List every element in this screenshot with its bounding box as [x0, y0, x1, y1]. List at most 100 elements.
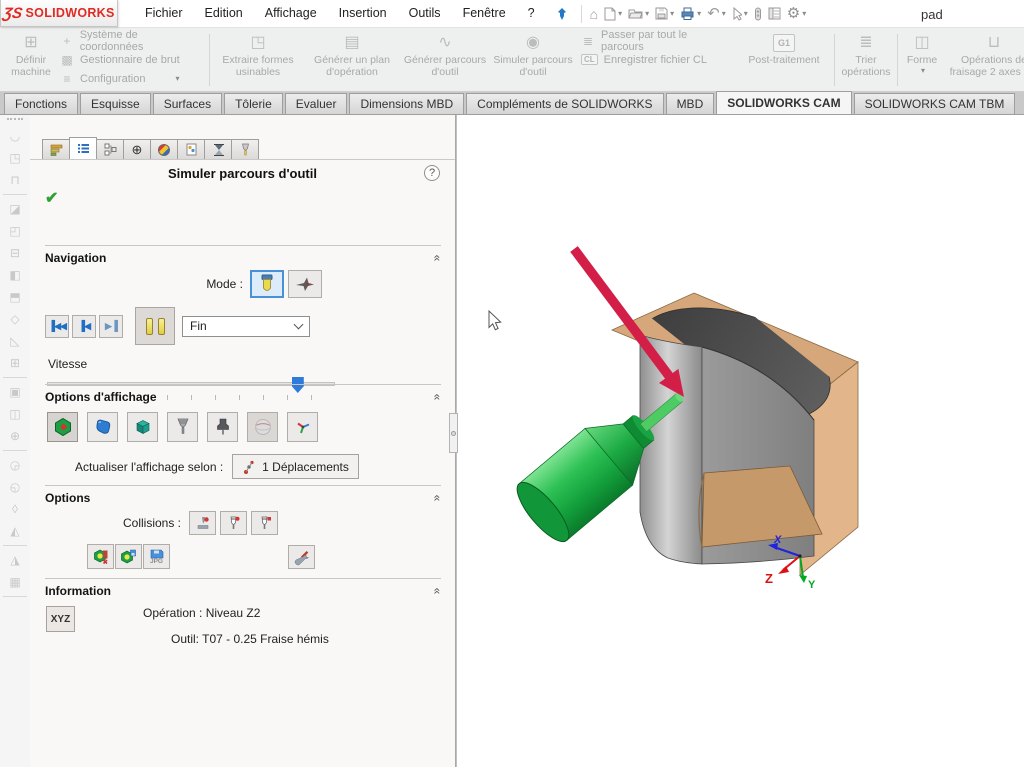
tab-esquisse[interactable]: Esquisse	[80, 93, 151, 114]
define-machine-button[interactable]: ⊞ Définir machine	[7, 31, 55, 89]
open-icon[interactable]: ▾	[625, 2, 652, 26]
extract-machinable-features-button[interactable]: ◳ Extraire formes usinables	[214, 31, 302, 89]
sort-operations-button[interactable]: ≣ Trier opérations	[839, 31, 893, 89]
collision-pause-button[interactable]	[220, 511, 247, 535]
step-forward-button[interactable]: ▶▐	[99, 315, 123, 338]
cam-feature-icon[interactable]: ◺	[10, 330, 19, 352]
tab-solidworks-cam[interactable]: SOLIDWORKS CAM	[716, 91, 851, 114]
properties-tab-icon[interactable]	[69, 137, 97, 160]
cam-feature-icon[interactable]: ◪	[9, 198, 20, 220]
cam-feature-icon[interactable]: ◫	[9, 403, 20, 425]
menu-insertion[interactable]: Insertion	[328, 0, 398, 27]
menu-affichage[interactable]: Affichage	[254, 0, 328, 27]
target-part-display-button[interactable]	[87, 412, 118, 442]
generate-toolpath-button[interactable]: ∿ Générer parcours d'outil	[402, 31, 488, 89]
home-icon[interactable]: ⌂	[587, 2, 601, 26]
save-icon[interactable]: ▾	[652, 2, 677, 26]
cam-feature-icon[interactable]: ⊟	[10, 242, 20, 264]
ok-check-icon[interactable]: ✔	[45, 188, 58, 208]
leadwell-display-button[interactable]	[247, 412, 278, 442]
cam-feature-icon[interactable]: ◧	[9, 264, 20, 286]
toolbar-drag-handle[interactable]	[7, 118, 23, 120]
tab-fonctions[interactable]: Fonctions	[4, 93, 78, 114]
gnomon-display-button[interactable]	[287, 412, 318, 442]
collision-stop-button[interactable]	[189, 511, 216, 535]
cam-feature-icon[interactable]: ◳	[9, 147, 20, 169]
tool-display-button[interactable]	[167, 412, 198, 442]
cam-feature-icon[interactable]: ◰	[9, 220, 20, 242]
tab-complements[interactable]: Compléments de SOLIDWORKS	[466, 93, 663, 114]
stop-record-button[interactable]	[87, 544, 114, 569]
update-moves-button[interactable]: 1 Déplacements	[232, 454, 359, 479]
holder-display-button[interactable]	[207, 412, 238, 442]
generate-operation-plan-button[interactable]: ▤ Générer un plan d'opération	[304, 31, 400, 89]
pin-menu-icon[interactable]	[556, 7, 568, 21]
help-icon[interactable]: ?	[424, 165, 440, 181]
stock-display-button[interactable]	[47, 412, 78, 442]
simulate-toolpath-button[interactable]: ◉ Simuler parcours d'outil	[490, 31, 576, 89]
collapse-options-icon[interactable]: «	[433, 494, 443, 501]
coordinate-system-button[interactable]: + Système de coordonnées	[60, 33, 202, 48]
pause-button[interactable]	[135, 307, 175, 345]
undo-icon[interactable]: ↶▾	[704, 2, 729, 26]
record-video-button[interactable]	[115, 544, 142, 569]
cam-feature-icon[interactable]: ⊞	[10, 352, 20, 374]
menu-outils[interactable]: Outils	[398, 0, 452, 27]
display-manager-tab-icon[interactable]	[177, 139, 205, 160]
collision-continue-button[interactable]	[251, 511, 278, 535]
configuration-tab-icon[interactable]	[96, 139, 124, 160]
step-through-toolpath-button[interactable]: ≣ Passer par tout le parcours	[581, 33, 733, 48]
menu-fenetre[interactable]: Fenêtre	[452, 0, 517, 27]
tab-dimensions-mbd[interactable]: Dimensions MBD	[349, 93, 464, 114]
cam-feature-icon[interactable]: ⊕	[10, 425, 20, 447]
tab-solidworks-cam-tbm[interactable]: SOLIDWORKS CAM TBM	[854, 93, 1016, 114]
collapse-navigation-icon[interactable]: «	[433, 254, 443, 261]
collapse-display-ic on[interactable]: «	[433, 393, 443, 400]
stock-manager-button[interactable]: ▩ Gestionnaire de brut	[60, 52, 202, 67]
tab-tolerie[interactable]: Tôlerie	[224, 93, 283, 114]
new-document-icon[interactable]: ▾	[601, 2, 625, 26]
cam-feature-icon[interactable]: ◡	[10, 125, 20, 147]
cam-feature-icon[interactable]: ▦	[9, 571, 20, 593]
turbo-mode-button[interactable]	[288, 270, 322, 298]
tool-mode-button[interactable]	[250, 270, 284, 298]
shape-button[interactable]: ◫ Forme ▾	[902, 31, 942, 89]
position-dropdown[interactable]: Fin	[182, 316, 310, 337]
select-icon[interactable]: ▾	[729, 2, 751, 26]
cam-feature-icon[interactable]: ◶	[10, 454, 20, 476]
cam-tool-tab-icon[interactable]	[231, 139, 259, 160]
cam-feature-icon[interactable]: ◊	[12, 498, 18, 520]
feature-manager-tab-icon[interactable]	[42, 139, 70, 160]
dimxpert-tab-icon[interactable]	[150, 139, 178, 160]
configuration-button[interactable]: ≡ Configuration ▾	[60, 71, 202, 86]
cam-feature-icon[interactable]: ◭	[10, 520, 19, 542]
origin-tab-icon[interactable]: ⊕	[123, 139, 151, 160]
splitter-handle[interactable]	[449, 413, 458, 453]
go-to-start-button[interactable]: ▐◀◀	[45, 315, 69, 338]
cam-feature-icon[interactable]: ◵	[10, 476, 20, 498]
step-back-button[interactable]: ▐◀	[72, 315, 96, 338]
tab-mbd[interactable]: MBD	[666, 93, 715, 114]
post-process-button[interactable]: G1 Post-traitement	[738, 31, 830, 89]
collapse-information-icon[interactable]: «	[433, 587, 443, 594]
cam-feature-icon[interactable]: ◇	[10, 308, 19, 330]
fixture-display-button[interactable]	[127, 412, 158, 442]
cam-feature-icon[interactable]: ⬒	[9, 286, 20, 308]
print-icon[interactable]: ▾	[677, 2, 704, 26]
save-cl-file-button[interactable]: CL Enregistrer fichier CL	[581, 52, 733, 67]
menu-fichier[interactable]: Fichier	[134, 0, 194, 27]
options-gear-icon[interactable]: ⚙▾	[784, 2, 809, 26]
xyz-coordinates-button[interactable]: XYZ	[46, 606, 75, 632]
menu-help[interactable]: ?	[517, 0, 546, 27]
tab-evaluer[interactable]: Evaluer	[285, 93, 348, 114]
tab-surfaces[interactable]: Surfaces	[153, 93, 222, 114]
task-pane-icon[interactable]	[765, 2, 784, 26]
menu-edition[interactable]: Edition	[194, 0, 254, 27]
cam-feature-icon[interactable]: ▣	[9, 381, 20, 403]
simulation-tab-icon[interactable]	[204, 139, 232, 160]
graphics-viewport[interactable]: X Z Y	[457, 115, 1024, 767]
rebuild-icon[interactable]	[751, 2, 765, 26]
mill-operations-button[interactable]: ⊔ Opérations de fraisage 2 axes 1/2	[944, 31, 1024, 89]
cam-feature-icon[interactable]: ◮	[10, 549, 19, 571]
simulation-settings-button[interactable]	[288, 545, 315, 569]
